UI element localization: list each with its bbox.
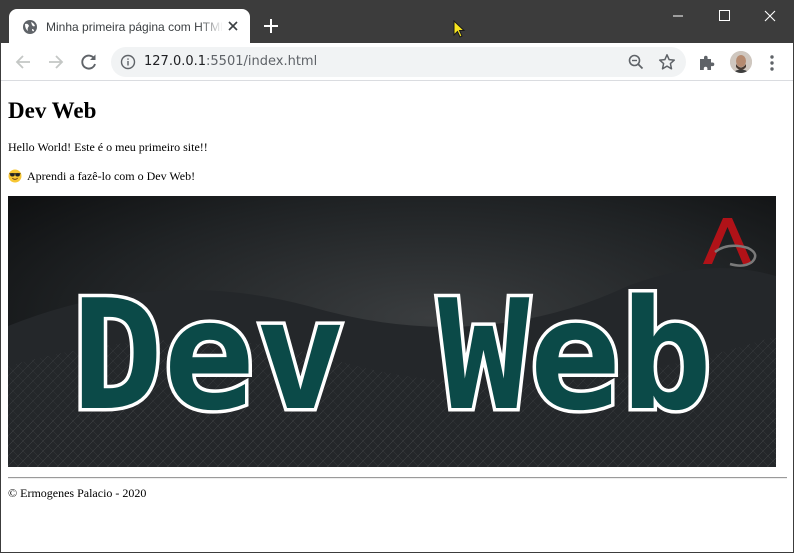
plus-icon[interactable] <box>260 15 282 37</box>
browser-window: Minha primeira página com HTML 127.0.0.1… <box>0 0 794 553</box>
forward-arrow-icon[interactable] <box>45 51 67 73</box>
address-bar[interactable]: 127.0.0.1:5501/index.html <box>111 47 686 77</box>
zoom-icon[interactable] <box>627 53 645 71</box>
banner-title: Dev Web <box>72 267 713 444</box>
minimize-icon[interactable] <box>655 1 701 31</box>
footer-text: © Ermogenes Palacio - 2020 <box>8 486 147 500</box>
browser-toolbar: 127.0.0.1:5501/index.html <box>1 43 793 81</box>
info-icon[interactable] <box>120 54 136 70</box>
page-content: Dev Web Hello World! Este é o meu primei… <box>1 82 793 552</box>
maximize-icon[interactable] <box>701 1 747 31</box>
close-icon[interactable] <box>225 18 241 34</box>
puzzle-icon[interactable] <box>697 53 717 73</box>
browser-tab[interactable]: Minha primeira página com HTML <box>9 9 250 43</box>
banner-image: Dev Web <box>8 196 776 467</box>
title-bar: Minha primeira página com HTML <box>1 1 793 43</box>
intro-paragraph: Hello World! Este é o meu primeiro site!… <box>8 140 208 154</box>
tab-title: Minha primeira página com HTML <box>46 20 222 34</box>
kebab-menu-icon[interactable] <box>763 53 781 73</box>
url-text[interactable]: 127.0.0.1:5501/index.html <box>144 54 317 70</box>
mouse-cursor-icon <box>453 20 466 38</box>
reload-icon[interactable] <box>78 51 100 73</box>
learned-paragraph: Aprendi a fazê-lo com o Dev Web! <box>8 168 195 184</box>
page-heading: Dev Web <box>8 98 97 123</box>
globe-icon <box>23 20 37 34</box>
back-arrow-icon[interactable] <box>12 51 34 73</box>
avatar[interactable] <box>730 51 752 73</box>
star-icon[interactable] <box>658 53 676 71</box>
divider <box>8 477 787 479</box>
close-window-icon[interactable] <box>747 1 793 31</box>
sunglasses-emoji-icon <box>8 169 22 183</box>
